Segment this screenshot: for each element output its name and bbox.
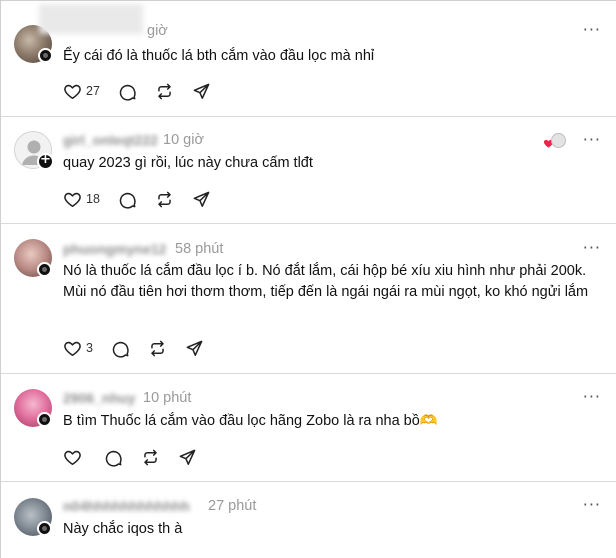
more-options-button[interactable]: ···	[583, 20, 601, 39]
comment-text: Này chắc iqos th à	[63, 521, 183, 537]
more-options-button[interactable]: ···	[583, 387, 601, 406]
share-button[interactable]	[192, 82, 211, 101]
heart-icon	[64, 192, 81, 207]
action-bar: 18	[63, 188, 229, 210]
repost-button[interactable]	[155, 82, 174, 101]
comment-item: giờ ··· Ểy cái đó là thuốc lá bth cắm và…	[1, 1, 616, 117]
like-count: 27	[86, 84, 100, 98]
comment-item: girl_onleqt222 10 giờ ··· quay 2023 gì r…	[1, 117, 616, 224]
reply-button[interactable]	[118, 82, 137, 101]
repost-icon	[158, 191, 171, 207]
more-options-button[interactable]: ···	[583, 130, 601, 149]
repost-button[interactable]	[148, 339, 167, 358]
send-icon	[193, 191, 210, 207]
avatar-badge	[38, 48, 53, 63]
repost-button[interactable]	[141, 448, 160, 467]
username[interactable]	[39, 4, 143, 34]
timestamp: 58 phút	[175, 241, 224, 257]
username[interactable]: 2906_nhuy	[63, 390, 135, 406]
comment-text: quay 2023 gì rồi, lúc này chưa cấm tlđt	[63, 155, 313, 171]
comment-bubble-icon	[105, 450, 122, 467]
heart-icon	[64, 84, 81, 99]
comment-bubble-icon	[112, 341, 129, 358]
like-button[interactable]: 27	[63, 82, 100, 101]
action-bar	[63, 554, 100, 558]
action-bar	[63, 446, 215, 468]
reply-button[interactable]	[118, 190, 137, 209]
send-icon	[186, 340, 203, 356]
repost-icon	[158, 83, 171, 99]
more-options-button[interactable]: ···	[583, 238, 601, 257]
like-button[interactable]: 3	[63, 339, 93, 358]
more-options-button[interactable]: ···	[583, 495, 601, 514]
username[interactable]: girl_onleqt222	[63, 132, 158, 148]
like-count: 3	[86, 341, 93, 355]
reply-button[interactable]	[111, 339, 130, 358]
like-button[interactable]	[63, 448, 86, 467]
repost-button[interactable]	[155, 190, 174, 209]
share-button[interactable]	[178, 448, 197, 467]
action-bar: 3	[63, 337, 222, 359]
heart-icon	[64, 341, 81, 356]
timestamp: 10 giờ	[163, 132, 204, 148]
comment-text: B tìm Thuốc lá cắm vào đầu lọc hãng Zobo…	[63, 413, 438, 429]
comment-text: Ểy cái đó là thuốc lá bth cắm vào đầu lọ…	[63, 48, 375, 64]
send-icon	[193, 83, 210, 99]
avatar-badge	[37, 262, 52, 277]
like-count: 18	[86, 192, 100, 206]
timestamp: giờ	[147, 23, 168, 39]
comment-item: n04hhhhhhhhhhhh 27 phút ··· Này chắc iqo…	[1, 482, 616, 558]
comment-bubble-icon	[119, 192, 136, 209]
action-bar: 27	[63, 80, 229, 102]
timestamp: 27 phút	[208, 498, 257, 514]
share-button[interactable]	[185, 339, 204, 358]
like-button[interactable]: 18	[63, 190, 100, 209]
username[interactable]: phuongmyne12	[63, 241, 166, 257]
avatar-badge	[37, 412, 52, 427]
avatar-badge	[37, 521, 52, 536]
timestamp: 10 phút	[143, 390, 192, 406]
repost-icon	[144, 449, 157, 465]
comment-item: phuongmyne12 58 phút ··· Nó là thuốc lá …	[1, 224, 616, 374]
follow-plus-badge[interactable]	[37, 152, 54, 170]
comment-item: 2906_nhuy 10 phút ··· B tìm Thuốc lá cắm…	[1, 374, 616, 482]
send-icon	[179, 449, 196, 465]
small-avatar	[551, 133, 566, 148]
reactions-indicator	[543, 133, 567, 151]
comment-bubble-icon	[119, 84, 136, 101]
repost-icon	[151, 340, 164, 356]
reply-button[interactable]	[104, 448, 123, 467]
username[interactable]: n04hhhhhhhhhhhh	[63, 498, 190, 514]
comment-text: Nó là thuốc lá cắm đầu lọc í b. Nó đắt l…	[63, 263, 589, 300]
heart-icon	[64, 450, 81, 465]
comment-thread: giờ ··· Ểy cái đó là thuốc lá bth cắm và…	[0, 0, 616, 558]
share-button[interactable]	[192, 190, 211, 209]
